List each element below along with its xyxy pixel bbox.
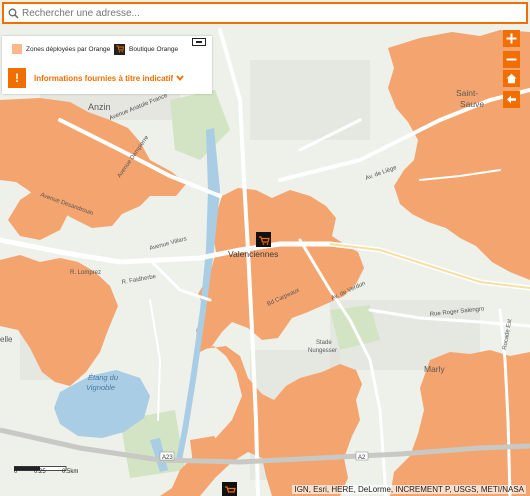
arrow-left-icon — [507, 95, 516, 104]
legend-zone-row: Zones déployées par Orange — [12, 42, 110, 56]
zoom-out-button[interactable] — [503, 51, 520, 68]
label-elle: elle — [0, 335, 13, 344]
shop-marker-south[interactable] — [222, 482, 237, 496]
home-icon — [506, 73, 517, 84]
info-toggle[interactable]: ! Informations fournies à titre indicati… — [8, 68, 184, 88]
shield-a2-label: A2 — [358, 455, 366, 461]
zone-swatch — [12, 44, 22, 54]
label-stade: Stade — [316, 340, 332, 346]
legend-shop-label: Boutique Orange — [129, 45, 179, 53]
legend-panel: Zones déployées par Orange Boutique Oran… — [2, 36, 212, 94]
road-label-lomprez: R. Lomprez — [70, 270, 101, 276]
shield-a23-label: A23 — [162, 455, 173, 461]
shop-cart-icon — [114, 43, 125, 55]
shop-marker-valenciennes[interactable] — [256, 232, 271, 247]
legend-collapse-button[interactable] — [192, 38, 206, 46]
scale-bar-graphic — [14, 466, 67, 471]
map-attribution: IGN, Esri, HERE, DeLorme, INCREMENT P, U… — [292, 485, 526, 494]
label-valenciennes: Valenciennes — [228, 249, 278, 259]
label-sauve: Sauve — [460, 99, 484, 109]
scale-label-mid: 0.25 — [34, 469, 46, 475]
info-label: Informations fournies à titre indicatif — [34, 73, 174, 83]
scale-label-end: 0.5km — [62, 469, 79, 475]
plus-icon — [506, 33, 517, 44]
label-anzin: Anzin — [88, 102, 111, 112]
back-button[interactable] — [503, 91, 520, 108]
search-input[interactable] — [22, 7, 502, 19]
legend-zone-label: Zones déployées par Orange — [26, 45, 111, 53]
search-bar[interactable] — [2, 2, 528, 24]
label-marly: Marly — [424, 364, 446, 374]
label-saint: Saint- — [456, 88, 478, 98]
scale-label-zero: 0 — [14, 469, 18, 475]
label-etang: Étang du — [88, 373, 119, 382]
home-button[interactable] — [503, 70, 520, 87]
label-vignoble: Vignoble — [86, 383, 115, 392]
legend-shop-row: Boutique Orange — [114, 42, 178, 56]
minus-icon — [506, 58, 517, 61]
search-icon — [4, 4, 22, 22]
zoom-in-button[interactable] — [503, 30, 520, 47]
label-nungesser: Nungesser — [308, 348, 337, 354]
scale-bar: 0 0.25 0.5km — [14, 466, 94, 480]
chevron-down-icon — [176, 73, 184, 83]
warning-icon: ! — [8, 68, 26, 88]
